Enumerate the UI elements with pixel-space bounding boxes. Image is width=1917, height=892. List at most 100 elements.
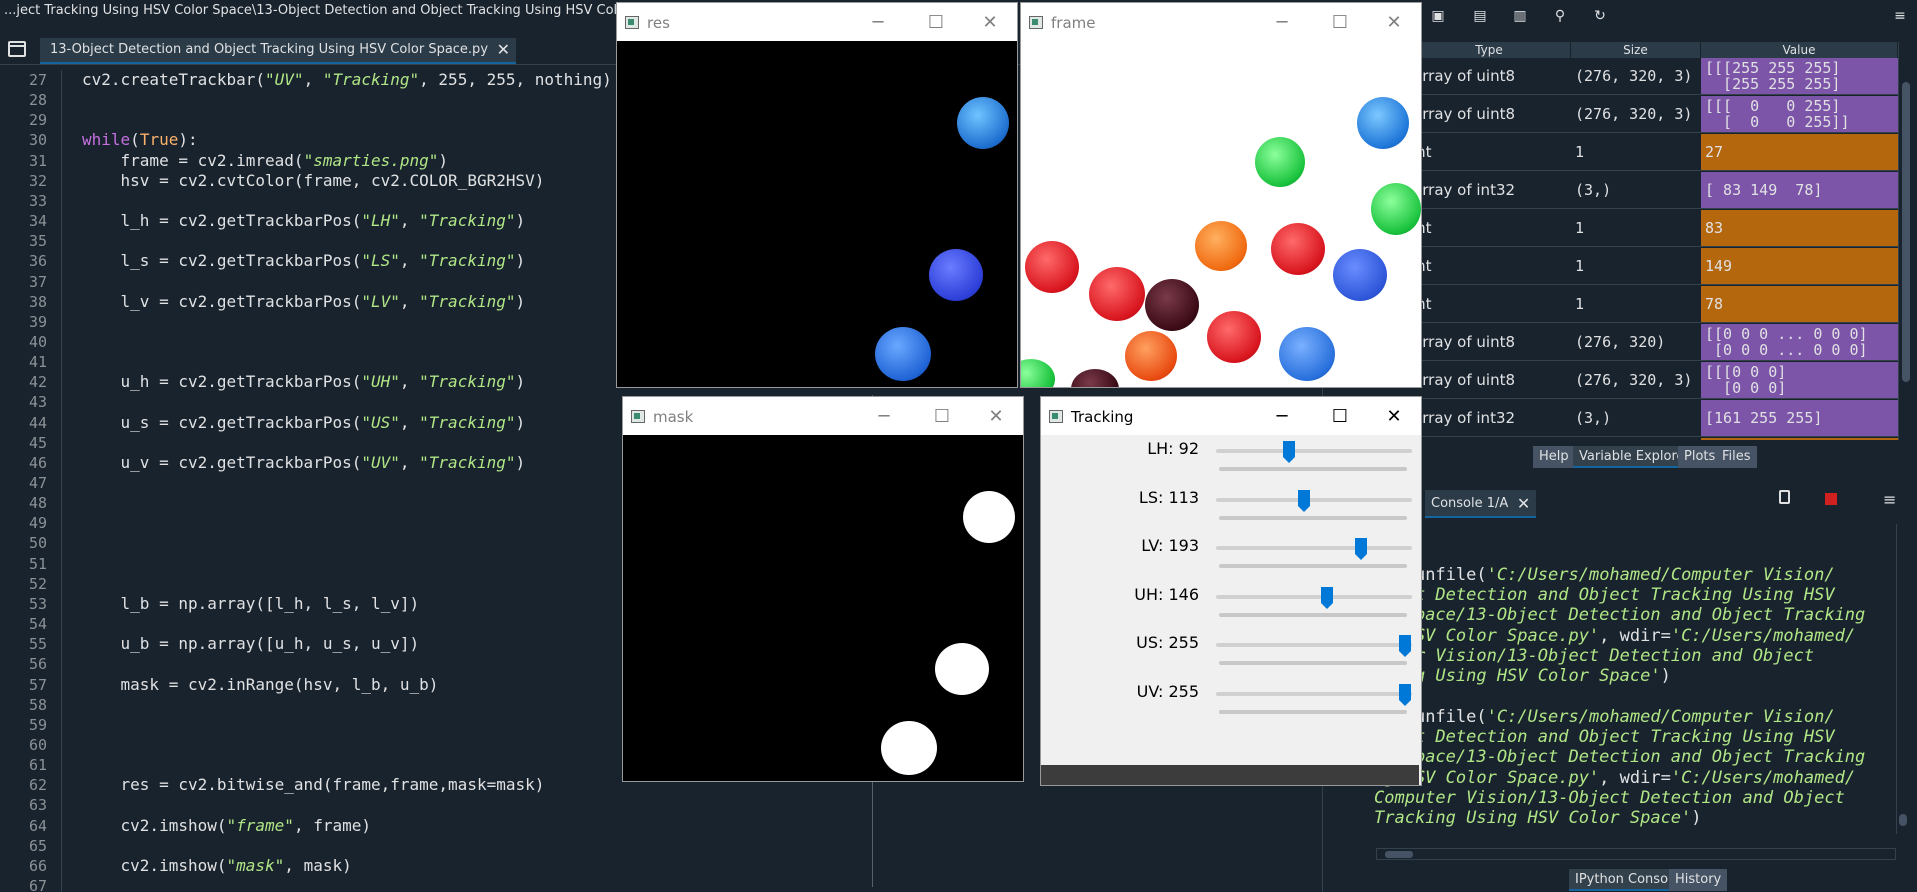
trackbar-track[interactable] [1216, 449, 1412, 453]
tracking-window[interactable]: Tracking ─ ☐ ✕ LH: 92 LS: 113 LV: 193 UH: 1… [1040, 396, 1422, 786]
orange-candy [1195, 221, 1247, 271]
variable-row[interactable] [1408, 438, 1898, 440]
res-titlebar[interactable]: res ─ ☐ ✕ [617, 3, 1017, 41]
trackbar-tick-bar [1219, 515, 1407, 520]
mask-window[interactable]: mask ─ ☐ ✕ [622, 396, 1024, 782]
code-line[interactable]: u_h = cv2.getTrackbarPos("UH", "Tracking… [82, 372, 526, 392]
save-as-icon[interactable]: ▤ [1472, 8, 1488, 24]
code-line[interactable]: frame = cv2.imread("smarties.png") [82, 151, 449, 171]
maximize-icon[interactable]: ☐ [1317, 397, 1363, 435]
close-tab-icon[interactable]: ✕ [497, 38, 510, 62]
variable-size: (276, 320, 3) [1575, 371, 1693, 389]
maximize-icon[interactable]: ☐ [1317, 3, 1363, 41]
mask-titlebar[interactable]: mask ─ ☐ ✕ [623, 397, 1023, 435]
line-number: 52 [28, 575, 47, 593]
frame-titlebar[interactable]: frame ─ ☐ ✕ [1021, 3, 1421, 41]
variable-row[interactable]: int 1 83 [1408, 210, 1898, 247]
tracking-titlebar[interactable]: Tracking ─ ☐ ✕ [1041, 397, 1421, 435]
tab-files[interactable]: Files [1716, 446, 1758, 468]
menu-icon[interactable]: ≡ [1892, 8, 1908, 24]
console-vertical-thumb[interactable] [1899, 814, 1907, 826]
code-line[interactable]: l_v = cv2.getTrackbarPos("LV", "Tracking… [82, 292, 526, 312]
close-console-icon[interactable]: ✕ [1517, 490, 1530, 518]
blue-candy [1357, 97, 1409, 149]
variable-row[interactable]: int 1 149 [1408, 248, 1898, 285]
code-line[interactable]: cv2.imshow("frame", frame) [82, 816, 371, 836]
trackbar-thumb[interactable] [1398, 683, 1412, 707]
variable-explorer-scroll-thumb[interactable] [1902, 82, 1910, 382]
delete-icon[interactable]: ▥ [1512, 8, 1528, 24]
trackbar-uh[interactable]: UH: 146 [1041, 583, 1419, 631]
maximize-icon[interactable]: ☐ [913, 3, 959, 41]
minimize-icon[interactable]: ─ [1259, 397, 1305, 435]
variable-row[interactable]: Array of int32 (3,) [161 255 255] [1408, 400, 1898, 437]
close-icon[interactable]: ✕ [1371, 397, 1417, 435]
trackbar-thumb[interactable] [1320, 586, 1334, 610]
trackbar-track[interactable] [1216, 643, 1412, 647]
variable-row[interactable]: Array of int32 (3,) [ 83 149 78] [1408, 172, 1898, 209]
trackbar-track[interactable] [1216, 546, 1412, 550]
browse-tabs-icon[interactable] [8, 41, 26, 57]
stop-kernel-icon[interactable] [1825, 493, 1837, 505]
frame-window[interactable]: frame ─ ☐ ✕ [1020, 2, 1422, 388]
close-icon[interactable]: ✕ [1371, 3, 1417, 41]
code-line[interactable]: u_b = np.array([u_h, u_s, u_v]) [82, 634, 420, 654]
trackbar-thumb[interactable] [1398, 634, 1412, 658]
tab-history[interactable]: History [1669, 869, 1729, 891]
code-line[interactable]: l_b = np.array([l_h, l_s, l_v]) [82, 594, 420, 614]
line-number: 53 [28, 595, 47, 613]
console-horizontal-thumb[interactable] [1385, 851, 1413, 858]
trackbar-lh[interactable]: LH: 92 [1041, 437, 1419, 485]
column-header-value[interactable]: Value [1701, 42, 1898, 58]
variable-row[interactable]: Array of uint8 (276, 320, 3) [[[ 0 0 255] … [1408, 96, 1898, 133]
res-window[interactable]: res ─ ☐ ✕ [616, 2, 1018, 388]
trackbar-track[interactable] [1216, 497, 1412, 502]
console-output[interactable]: ]:]: runfile('C:/Users/mohamed/Computer … [1374, 524, 1894, 828]
trackbar-thumb[interactable] [1282, 440, 1296, 464]
trackbar-thumb[interactable] [1354, 537, 1368, 561]
console-horizontal-scrollbar[interactable] [1376, 848, 1896, 860]
code-line[interactable]: cv2.imshow("mask", mask) [82, 856, 352, 876]
variable-row[interactable]: Array of uint8 (276, 320) [[0 0 0 ... 0 0 … [1408, 324, 1898, 361]
variable-row[interactable]: int 1 27 [1408, 134, 1898, 171]
minimize-icon[interactable]: ─ [855, 3, 901, 41]
console-tab[interactable]: Console 1/A ✕ [1425, 490, 1537, 518]
trackbar-thumb[interactable] [1297, 489, 1311, 513]
variable-value: [[[0 0 0] [0 0 0] [1701, 362, 1898, 398]
minimize-icon[interactable]: ─ [1259, 3, 1305, 41]
tab-help[interactable]: Help [1533, 446, 1576, 468]
code-line[interactable]: while(True): [82, 130, 198, 150]
trackbar-ls[interactable]: LS: 113 [1041, 486, 1419, 534]
trackbar-lv[interactable]: LV: 193 [1041, 534, 1419, 582]
close-icon[interactable]: ✕ [967, 3, 1013, 41]
code-line[interactable]: u_s = cv2.getTrackbarPos("US", "Tracking… [82, 413, 526, 433]
save-icon[interactable]: ▣ [1430, 8, 1446, 24]
minimize-icon[interactable]: ─ [861, 397, 907, 435]
variable-explorer-scrollbar[interactable] [1898, 42, 1912, 440]
editor-file-tab[interactable]: 13-Object Detection and Object Tracking … [40, 38, 517, 64]
variable-row[interactable]: Array of uint8 (276, 320, 3) [[[0 0 0] [0 … [1408, 362, 1898, 399]
code-line[interactable]: mask = cv2.inRange(hsv, l_b, u_b) [82, 675, 439, 695]
trackbar-track[interactable] [1216, 691, 1412, 696]
code-line[interactable]: res = cv2.bitwise_and(frame,frame,mask=m… [82, 775, 545, 795]
clipboard-icon[interactable] [1779, 490, 1790, 504]
trackbar-uv[interactable]: UV: 255 [1041, 680, 1419, 728]
variable-row[interactable]: int 1 78 [1408, 286, 1898, 323]
line-number: 55 [28, 635, 47, 653]
search-icon[interactable]: ⚲ [1552, 8, 1568, 24]
code-line[interactable]: l_s = cv2.getTrackbarPos("LS", "Tracking… [82, 251, 526, 271]
column-header-type[interactable]: Type [1408, 42, 1571, 58]
code-line[interactable]: cv2.createTrackbar("UV", "Tracking", 255… [82, 70, 612, 90]
maximize-icon[interactable]: ☐ [919, 397, 965, 435]
code-line[interactable]: u_v = cv2.getTrackbarPos("UV", "Tracking… [82, 453, 526, 473]
code-line[interactable]: hsv = cv2.cvtColor(frame, cv2.COLOR_BGR2… [82, 171, 545, 191]
column-header-size[interactable]: Size [1571, 42, 1701, 58]
trackbar-us[interactable]: US: 255 [1041, 631, 1419, 679]
console-vertical-scrollbar[interactable] [1896, 524, 1908, 834]
code-line[interactable]: l_h = cv2.getTrackbarPos("LH", "Tracking… [82, 211, 526, 231]
console-menu-icon[interactable]: ≡ [1883, 490, 1896, 509]
variable-row[interactable]: Array of uint8 (276, 320, 3) [[[255 255 25… [1408, 58, 1898, 95]
trackbar-track[interactable] [1216, 594, 1412, 599]
close-icon[interactable]: ✕ [973, 397, 1019, 435]
refresh-icon[interactable]: ↻ [1592, 8, 1608, 24]
